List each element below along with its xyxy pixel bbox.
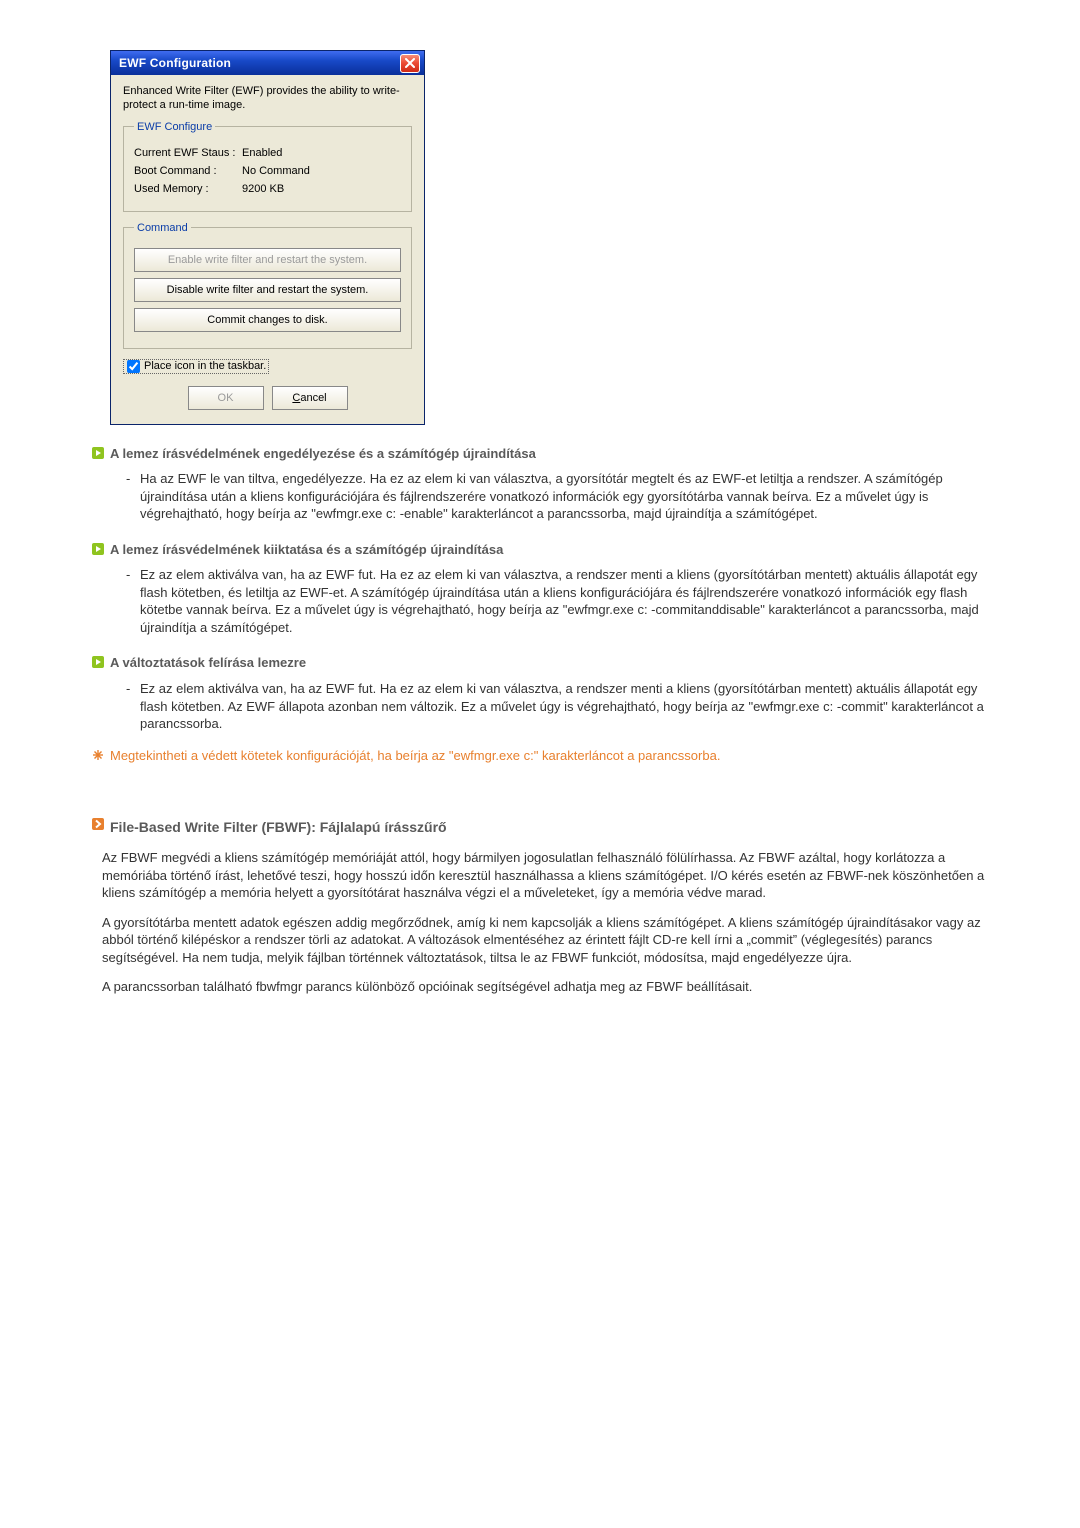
note-row: Megtekintheti a védett kötetek konfigurá…: [92, 747, 988, 765]
list-item: Ez az elem aktiválva van, ha az EWF fut.…: [126, 680, 988, 733]
taskbar-icon-row: Place icon in the taskbar.: [123, 359, 412, 374]
boot-value: No Command: [242, 165, 310, 177]
taskbar-icon-checkbox[interactable]: [127, 360, 140, 373]
section-2-list: Ez az elem aktiválva van, ha az EWF fut.…: [126, 566, 988, 636]
commit-changes-button[interactable]: Commit changes to disk.: [134, 308, 401, 332]
ewf-configure-group: EWF Configure Current EWF Staus : Enable…: [123, 121, 412, 212]
status-row: Current EWF Staus : Enabled: [134, 147, 401, 159]
enable-write-filter-button: Enable write filter and restart the syst…: [134, 248, 401, 272]
memory-value: 9200 KB: [242, 183, 284, 195]
section-3-title: A változtatások felírása lemezre: [110, 654, 306, 672]
dialog-intro: Enhanced Write Filter (EWF) provides the…: [123, 85, 412, 113]
section-3-header: A változtatások felírása lemezre: [92, 654, 988, 672]
dialog-title: EWF Configuration: [119, 56, 231, 70]
memory-label: Used Memory :: [134, 183, 242, 195]
dialog-body: Enhanced Write Filter (EWF) provides the…: [111, 75, 424, 424]
chevron-icon: [92, 818, 104, 830]
note-text: Megtekintheti a védett kötetek konfigurá…: [110, 747, 720, 765]
close-button[interactable]: [400, 54, 420, 73]
disable-write-filter-button[interactable]: Disable write filter and restart the sys…: [134, 278, 401, 302]
command-group: Command Enable write filter and restart …: [123, 222, 412, 349]
boot-label: Boot Command :: [134, 165, 242, 177]
section-1-header: A lemez írásvédelmének engedélyezése és …: [92, 445, 988, 463]
list-item: Ha az EWF le van tiltva, engedélyezze. H…: [126, 470, 988, 523]
play-icon: [92, 447, 104, 459]
section-4-p1: Az FBWF megvédi a kliens számítógép memó…: [102, 849, 988, 902]
memory-row: Used Memory : 9200 KB: [134, 183, 401, 195]
section-4-header: File-Based Write Filter (FBWF): Fájlalap…: [92, 818, 988, 837]
ewf-configure-legend: EWF Configure: [134, 121, 215, 133]
dialog-titlebar: EWF Configuration: [111, 51, 424, 75]
status-value: Enabled: [242, 147, 282, 159]
boot-row: Boot Command : No Command: [134, 165, 401, 177]
play-icon: [92, 543, 104, 555]
section-2-title: A lemez írásvédelmének kiiktatása és a s…: [110, 541, 503, 559]
cancel-button[interactable]: Cancel: [272, 386, 348, 410]
section-4-title: File-Based Write Filter (FBWF): Fájlalap…: [110, 818, 447, 837]
command-legend: Command: [134, 222, 191, 234]
close-icon: [405, 58, 415, 68]
section-4-p3: A parancssorban található fbwfmgr paranc…: [102, 978, 988, 996]
status-label: Current EWF Staus :: [134, 147, 242, 159]
list-item: Ez az elem aktiválva van, ha az EWF fut.…: [126, 566, 988, 636]
ewf-config-dialog: EWF Configuration Enhanced Write Filter …: [110, 50, 425, 425]
ok-button: OK: [188, 386, 264, 410]
section-2-header: A lemez írásvédelmének kiiktatása és a s…: [92, 541, 988, 559]
play-icon: [92, 656, 104, 668]
content-area: A lemez írásvédelmének engedélyezése és …: [92, 445, 988, 996]
dialog-button-row: OK Cancel: [123, 386, 412, 410]
section-1-list: Ha az EWF le van tiltva, engedélyezze. H…: [126, 470, 988, 523]
cancel-rest: ancel: [300, 392, 326, 404]
section-4-p2: A gyorsítótárba mentett adatok egészen a…: [102, 914, 988, 967]
asterisk-icon: [92, 749, 104, 764]
cancel-mnemonic: C: [292, 392, 300, 404]
section-1-title: A lemez írásvédelmének engedélyezése és …: [110, 445, 536, 463]
taskbar-icon-label: Place icon in the taskbar.: [144, 360, 266, 372]
section-3-list: Ez az elem aktiválva van, ha az EWF fut.…: [126, 680, 988, 733]
